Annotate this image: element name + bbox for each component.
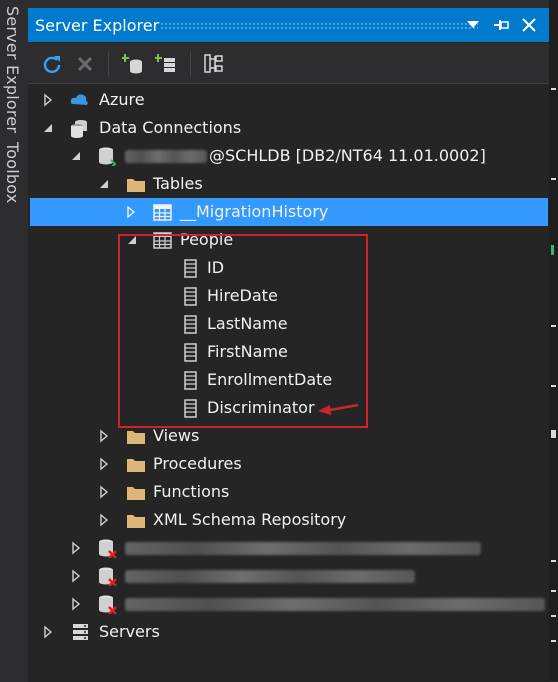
tree-node-connection[interactable]: @SCHLDB [DB2/NT64 11.01.0002]: [28, 142, 549, 170]
expand-arrow-icon[interactable]: [97, 457, 111, 471]
tree-label-procedures: Procedures: [153, 454, 242, 473]
redacted-connection-name: [125, 570, 415, 583]
tree-node-xml-schema-repository[interactable]: XML Schema Repository: [28, 506, 549, 534]
toolbox-side-tab[interactable]: Toolbox: [3, 142, 22, 203]
connected-database-icon: [99, 147, 117, 166]
connect-to-server-icon[interactable]: [154, 52, 178, 76]
annotation-highlight-box: [118, 234, 368, 428]
side-tab-strip: Server Explorer Toolbox: [0, 0, 28, 681]
expand-arrow-icon[interactable]: [69, 541, 83, 555]
toolbar: [28, 43, 549, 84]
expand-arrow-icon[interactable]: [41, 93, 55, 107]
expand-arrow-icon[interactable]: [97, 485, 111, 499]
redacted-connection-name: [125, 542, 481, 555]
azure-cloud-icon: [70, 94, 88, 105]
tree-label-views: Views: [153, 426, 200, 445]
redacted-username: [125, 150, 207, 163]
tree-node-servers[interactable]: Servers: [28, 618, 549, 646]
table-icon: [153, 204, 172, 221]
tree-node-functions[interactable]: Functions: [28, 478, 549, 506]
folder-icon: [127, 431, 145, 444]
tree-label-connection: @SCHLDB [DB2/NT64 11.01.0002]: [209, 146, 486, 165]
server-explorer-panel: Server Explorer Azure Data Connections @…: [28, 8, 549, 682]
tree-label-azure: Azure: [99, 90, 145, 109]
collapse-arrow-icon[interactable]: [41, 121, 55, 135]
folder-icon: [127, 487, 145, 500]
title-bar: Server Explorer: [28, 9, 549, 42]
window-position-dropdown-icon[interactable]: [462, 14, 484, 36]
collapse-arrow-icon[interactable]: [69, 149, 83, 163]
tree-node-azure[interactable]: Azure: [28, 86, 549, 114]
tree-node-disconnected-connection[interactable]: [28, 562, 549, 590]
tree-node-views[interactable]: Views: [28, 422, 549, 450]
panel-title: Server Explorer: [35, 16, 160, 35]
server-explorer-tree: Azure Data Connections @SCHLDB [DB2/NT64…: [28, 84, 549, 682]
folder-icon: [127, 515, 145, 528]
data-connections-icon: [71, 120, 87, 138]
expand-arrow-icon[interactable]: [97, 429, 111, 443]
expand-arrow-icon[interactable]: [97, 513, 111, 527]
expand-arrow-icon[interactable]: [41, 625, 55, 639]
folder-icon: [127, 179, 145, 192]
collapse-arrow-icon[interactable]: [97, 177, 111, 191]
tree-node-tables[interactable]: Tables: [28, 170, 549, 198]
disconnected-database-icon: [99, 539, 117, 558]
stop-icon[interactable]: [73, 52, 97, 76]
tree-node-procedures[interactable]: Procedures: [28, 450, 549, 478]
tree-label-data-connections: Data Connections: [99, 118, 242, 137]
expand-arrow-icon[interactable]: [69, 569, 83, 583]
tree-label-servers: Servers: [99, 622, 160, 641]
folder-icon: [127, 459, 145, 472]
tree-label-tables: Tables: [153, 174, 203, 193]
refresh-icon[interactable]: [40, 52, 64, 76]
tree-node-disconnected-connection[interactable]: [28, 590, 549, 618]
disconnected-database-icon: [99, 567, 117, 586]
expand-arrow-icon[interactable]: [124, 205, 138, 219]
connect-to-database-icon[interactable]: [121, 52, 145, 76]
tree-label-functions: Functions: [153, 482, 230, 501]
drag-grip[interactable]: [160, 22, 478, 29]
tree-label-xml-schema-repository: XML Schema Repository: [153, 510, 347, 529]
servers-icon: [73, 624, 88, 640]
redacted-connection-name: [125, 598, 545, 611]
tree-node-data-connections[interactable]: Data Connections: [28, 114, 549, 142]
tree-node-disconnected-connection[interactable]: [28, 534, 549, 562]
expand-arrow-icon[interactable]: [69, 597, 83, 611]
close-icon[interactable]: [518, 14, 540, 36]
editor-edge: [549, 0, 558, 681]
pin-icon[interactable]: [490, 14, 512, 36]
tree-label-migration-history: __MigrationHistory: [180, 202, 329, 221]
tree-node-migration-history[interactable]: __MigrationHistory: [30, 198, 548, 226]
server-explorer-side-tab[interactable]: Server Explorer: [3, 6, 22, 133]
properties-icon[interactable]: [202, 52, 226, 76]
disconnected-database-icon: [99, 595, 117, 614]
